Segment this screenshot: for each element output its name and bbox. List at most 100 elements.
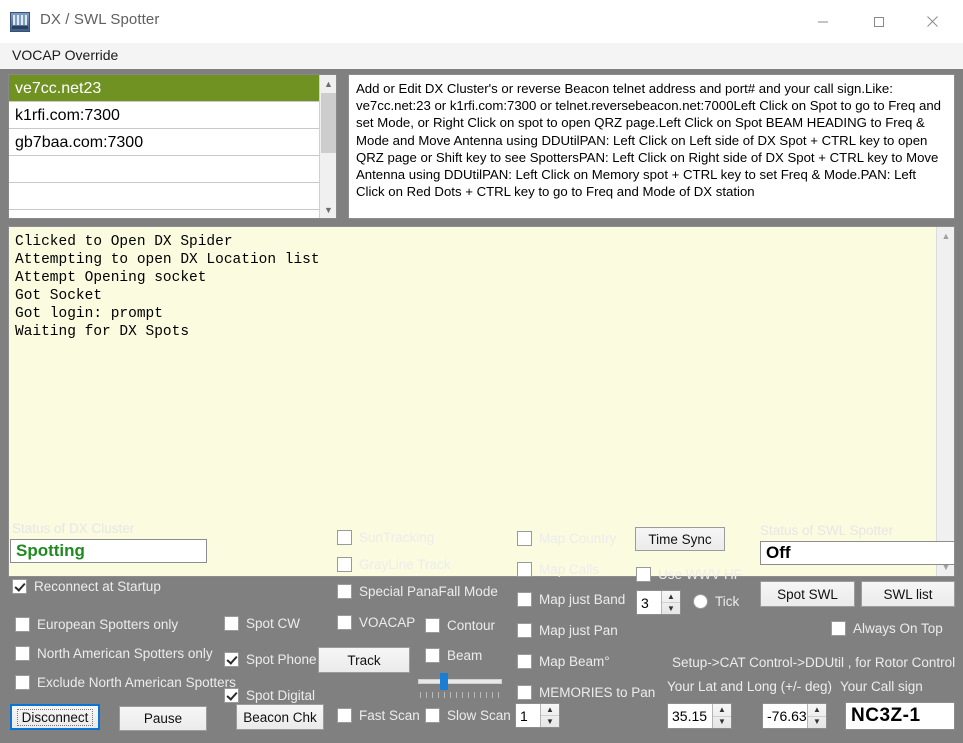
spinner-arrows[interactable]: ▲ ▼ — [540, 704, 559, 727]
map-band-spinner[interactable]: 3 ▲ ▼ — [636, 590, 681, 615]
time-sync-button-label: Time Sync — [648, 532, 711, 547]
checkbox-box[interactable] — [636, 567, 651, 582]
checkbox-use-wwv-hf[interactable]: Use WWV HF — [636, 567, 742, 582]
checkbox-north-american-spotters-only[interactable]: North American Spotters only — [15, 646, 213, 661]
checkbox-box[interactable] — [425, 648, 440, 663]
chevron-up-icon[interactable]: ▲ — [320, 75, 337, 92]
checkbox-sun-tracking[interactable]: SunTracking — [337, 530, 434, 545]
longitude-value[interactable]: -76.63 — [763, 708, 807, 724]
spin-down-icon[interactable]: ▼ — [808, 717, 826, 729]
spinner-arrows[interactable]: ▲ ▼ — [661, 591, 680, 614]
list-item[interactable]: k1rfi.com:7300 — [9, 102, 321, 129]
checkbox-map-calls[interactable]: Map Calls — [517, 562, 599, 577]
track-button[interactable]: Track — [318, 647, 410, 673]
checkbox-box[interactable] — [15, 617, 30, 632]
beacon-chk-button[interactable]: Beacon Chk — [236, 704, 324, 730]
checkbox-spot-cw[interactable]: Spot CW — [224, 616, 300, 631]
call-sign-input[interactable]: NC3Z-1 — [845, 702, 955, 730]
checkbox-box[interactable] — [517, 531, 532, 546]
beam-slider[interactable] — [418, 673, 506, 699]
list-item[interactable] — [9, 156, 321, 183]
spin-down-icon[interactable]: ▼ — [541, 716, 559, 727]
maximize-icon[interactable] — [856, 0, 902, 43]
checkbox-box[interactable] — [15, 646, 30, 661]
radio-tick[interactable]: Tick — [693, 594, 739, 609]
checkbox-box[interactable] — [425, 618, 440, 633]
checkbox-fast-scan[interactable]: Fast Scan — [337, 708, 420, 723]
checkbox-box[interactable] — [517, 562, 532, 577]
checkbox-box[interactable] — [12, 579, 27, 594]
checkbox-box[interactable] — [224, 652, 239, 667]
checkbox-spot-digital[interactable]: Spot Digital — [224, 688, 315, 703]
checkbox-box[interactable] — [517, 654, 532, 669]
time-sync-button[interactable]: Time Sync — [635, 527, 725, 551]
spinner-arrows[interactable]: ▲ ▼ — [712, 704, 731, 728]
swl-list-button[interactable]: SWL list — [861, 581, 955, 607]
checkbox-label: Reconnect at Startup — [34, 579, 161, 594]
spinner-arrows[interactable]: ▲ ▼ — [807, 704, 826, 728]
latitude-value[interactable]: 35.15 — [668, 708, 712, 724]
checkbox-european-spotters-only[interactable]: European Spotters only — [15, 617, 178, 632]
slider-thumb[interactable] — [440, 673, 448, 690]
dx-cluster-listbox[interactable]: ve7cc.net23 k1rfi.com:7300 gb7baa.com:73… — [8, 74, 337, 219]
spot-swl-button[interactable]: Spot SWL — [760, 581, 855, 607]
list-item[interactable] — [9, 183, 321, 210]
checkbox-slow-scan[interactable]: Slow Scan — [425, 708, 511, 723]
menu-item-vocap-override[interactable]: VOCAP Override — [12, 47, 118, 63]
checkbox-grayline-track[interactable]: GrayLine Track — [337, 557, 451, 572]
spin-up-icon[interactable]: ▲ — [541, 704, 559, 716]
chevron-up-icon[interactable]: ▲ — [937, 227, 955, 245]
checkbox-box[interactable] — [337, 584, 352, 599]
list-item[interactable]: ve7cc.net23 — [9, 75, 321, 102]
disconnect-button[interactable]: Disconnect — [10, 704, 100, 730]
spin-up-icon[interactable]: ▲ — [713, 704, 731, 717]
scan-count-value[interactable]: 1 — [516, 708, 540, 724]
checkbox-map-beam[interactable]: Map Beam° — [517, 654, 610, 669]
checkbox-spot-phone[interactable]: Spot Phone — [224, 652, 317, 667]
checkbox-special-panafall-mode[interactable]: Special PanaFall Mode — [337, 584, 498, 599]
checkbox-box[interactable] — [224, 688, 239, 703]
checkbox-box[interactable] — [517, 592, 532, 607]
checkbox-map-country[interactable]: Map Country — [517, 531, 616, 546]
spin-down-icon[interactable]: ▼ — [662, 603, 680, 614]
checkbox-map-just-band[interactable]: Map just Band — [517, 592, 625, 607]
checkbox-reconnect-at-startup[interactable]: Reconnect at Startup — [12, 579, 161, 594]
spin-up-icon[interactable]: ▲ — [662, 591, 680, 603]
checkbox-map-just-pan[interactable]: Map just Pan — [517, 623, 618, 638]
checkbox-box[interactable] — [425, 708, 440, 723]
close-icon[interactable] — [909, 0, 955, 43]
chevron-down-icon[interactable]: ▼ — [320, 201, 337, 218]
checkbox-label: North American Spotters only — [37, 646, 213, 661]
checkbox-contour[interactable]: Contour — [425, 618, 495, 633]
checkbox-box[interactable] — [831, 621, 846, 636]
checkbox-memories-to-pan[interactable]: MEMORIES to Pan — [517, 685, 655, 700]
scan-count-spinner[interactable]: 1 ▲ ▼ — [515, 703, 560, 728]
slider-track[interactable] — [418, 679, 502, 684]
map-band-value[interactable]: 3 — [637, 595, 661, 611]
listbox-scrollbar[interactable]: ▲ ▼ — [319, 75, 336, 218]
latitude-spinner[interactable]: 35.15 ▲ ▼ — [667, 703, 732, 729]
console-scrollbar[interactable]: ▲ ▼ — [936, 227, 954, 576]
list-item[interactable]: gb7baa.com:7300 — [9, 129, 321, 156]
checkbox-always-on-top[interactable]: Always On Top — [831, 621, 943, 636]
scrollbar-thumb[interactable] — [321, 93, 336, 153]
help-text-panel: Add or Edit DX Cluster's or reverse Beac… — [348, 74, 955, 219]
spin-up-icon[interactable]: ▲ — [808, 704, 826, 717]
spin-down-icon[interactable]: ▼ — [713, 717, 731, 729]
checkbox-box[interactable] — [517, 685, 532, 700]
checkbox-box[interactable] — [337, 708, 352, 723]
checkbox-voacap[interactable]: VOACAP — [337, 615, 415, 630]
radio-dot[interactable] — [693, 594, 708, 609]
checkbox-box[interactable] — [337, 615, 352, 630]
checkbox-beam[interactable]: Beam — [425, 648, 482, 663]
pause-button[interactable]: Pause — [119, 706, 207, 731]
checkbox-box[interactable] — [337, 530, 352, 545]
window-title: DX / SWL Spotter — [40, 11, 159, 28]
checkbox-box[interactable] — [15, 675, 30, 690]
checkbox-box[interactable] — [517, 623, 532, 638]
checkbox-box[interactable] — [224, 616, 239, 631]
minimize-icon[interactable] — [800, 0, 846, 43]
checkbox-box[interactable] — [337, 557, 352, 572]
longitude-spinner[interactable]: -76.63 ▲ ▼ — [762, 703, 827, 729]
checkbox-exclude-north-american-spotters[interactable]: Exclude North American Spotters — [15, 675, 236, 690]
